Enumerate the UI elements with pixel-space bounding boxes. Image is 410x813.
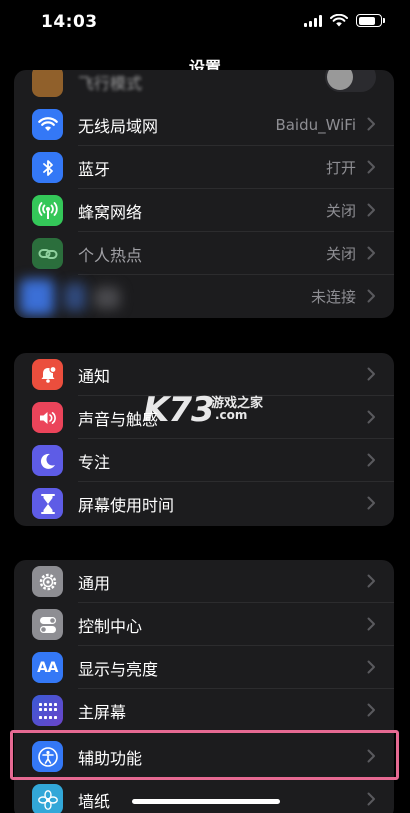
chevron-right-icon bbox=[367, 410, 375, 424]
row-home-screen[interactable]: 主屏幕 bbox=[14, 689, 394, 732]
accessibility-highlight-box bbox=[10, 730, 399, 780]
row-cellular[interactable]: 蜂窝网络 关闭 bbox=[14, 189, 394, 232]
chevron-right-icon bbox=[367, 574, 375, 588]
chevron-right-icon bbox=[367, 496, 375, 510]
row-vpn[interactable]: 未连接 bbox=[14, 275, 394, 318]
blurred-label bbox=[64, 283, 86, 311]
vpn-value: 未连接 bbox=[310, 288, 356, 306]
hotspot-value: 关闭 bbox=[325, 245, 356, 263]
chevron-right-icon bbox=[367, 453, 375, 467]
row-wallpaper[interactable]: 墙纸 bbox=[14, 778, 394, 813]
bell-icon bbox=[32, 359, 63, 390]
control-center-label: 控制中心 bbox=[78, 616, 143, 636]
blurred-icon bbox=[20, 279, 54, 315]
row-wifi[interactable]: 无线局域网 Baidu_WiFi bbox=[14, 103, 394, 146]
wifi-value: Baidu_WiFi bbox=[275, 115, 356, 134]
cellular-label: 蜂窝网络 bbox=[78, 202, 143, 222]
battery-icon bbox=[356, 14, 385, 27]
row-display-brightness[interactable]: AA 显示与亮度 bbox=[14, 646, 394, 689]
settings-group-connectivity: 飞行模式 无线局域网 Baidu_WiFi 蓝牙 打开 蜂窝网络 关闭 个人热点… bbox=[14, 70, 394, 318]
display-label: 显示与亮度 bbox=[78, 659, 159, 679]
notifications-label: 通知 bbox=[78, 366, 111, 386]
airplane-icon bbox=[32, 70, 63, 97]
row-bluetooth[interactable]: 蓝牙 打开 bbox=[14, 146, 394, 189]
screen-time-label: 屏幕使用时间 bbox=[78, 495, 175, 515]
focus-label: 专注 bbox=[78, 452, 111, 472]
toggles-icon bbox=[32, 609, 63, 640]
wifi-label: 无线局域网 bbox=[78, 116, 159, 136]
bluetooth-value: 打开 bbox=[325, 159, 356, 177]
chevron-right-icon bbox=[367, 660, 375, 674]
watermark-domain: .com bbox=[215, 408, 248, 422]
home-screen-label: 主屏幕 bbox=[78, 702, 127, 722]
chevron-right-icon bbox=[367, 792, 375, 806]
bluetooth-icon bbox=[32, 152, 63, 183]
watermark-brand: K73 bbox=[143, 390, 215, 430]
row-control-center[interactable]: 控制中心 bbox=[14, 603, 394, 646]
wallpaper-label: 墙纸 bbox=[78, 791, 111, 811]
hotspot-link-icon bbox=[32, 238, 63, 269]
wifi-status-icon bbox=[330, 14, 348, 27]
wifi-icon bbox=[32, 109, 63, 140]
row-general[interactable]: 通用 bbox=[14, 560, 394, 603]
status-icons bbox=[304, 14, 385, 27]
moon-icon bbox=[32, 445, 63, 476]
wallpaper-flower-icon bbox=[32, 784, 63, 813]
text-size-icon: AA bbox=[32, 652, 63, 683]
cellular-signal-icon bbox=[304, 14, 322, 27]
row-screen-time[interactable]: 屏幕使用时间 bbox=[14, 482, 394, 525]
cellular-value: 关闭 bbox=[325, 202, 356, 220]
status-bar: 14:03 bbox=[0, 0, 410, 46]
home-screen-grid-icon bbox=[32, 695, 63, 726]
general-label: 通用 bbox=[78, 573, 111, 593]
chevron-right-icon bbox=[367, 617, 375, 631]
row-airplane-mode[interactable]: 飞行模式 bbox=[14, 70, 394, 103]
chevron-right-icon bbox=[367, 703, 375, 717]
chevron-right-icon bbox=[367, 117, 375, 131]
cellular-antenna-icon bbox=[32, 195, 63, 226]
status-time: 14:03 bbox=[41, 12, 98, 32]
row-focus[interactable]: 专注 bbox=[14, 439, 394, 482]
speaker-icon bbox=[32, 402, 63, 433]
bluetooth-label: 蓝牙 bbox=[78, 159, 111, 179]
hotspot-label: 个人热点 bbox=[78, 245, 143, 265]
hourglass-icon bbox=[32, 488, 63, 519]
home-indicator[interactable] bbox=[132, 799, 280, 804]
airplane-toggle[interactable] bbox=[325, 70, 376, 92]
row-personal-hotspot[interactable]: 个人热点 关闭 bbox=[14, 232, 394, 275]
chevron-right-icon bbox=[367, 367, 375, 381]
settings-group-notifications: 通知 声音与触感 专注 屏幕使用时间 bbox=[14, 353, 394, 526]
chevron-right-icon bbox=[367, 289, 375, 303]
watermark-logo: K73 游戏之家 .com bbox=[143, 390, 263, 430]
gear-icon bbox=[32, 566, 63, 597]
chevron-right-icon bbox=[367, 246, 375, 260]
chevron-right-icon bbox=[367, 203, 375, 217]
blurred-label bbox=[94, 287, 120, 309]
chevron-right-icon bbox=[367, 160, 375, 174]
